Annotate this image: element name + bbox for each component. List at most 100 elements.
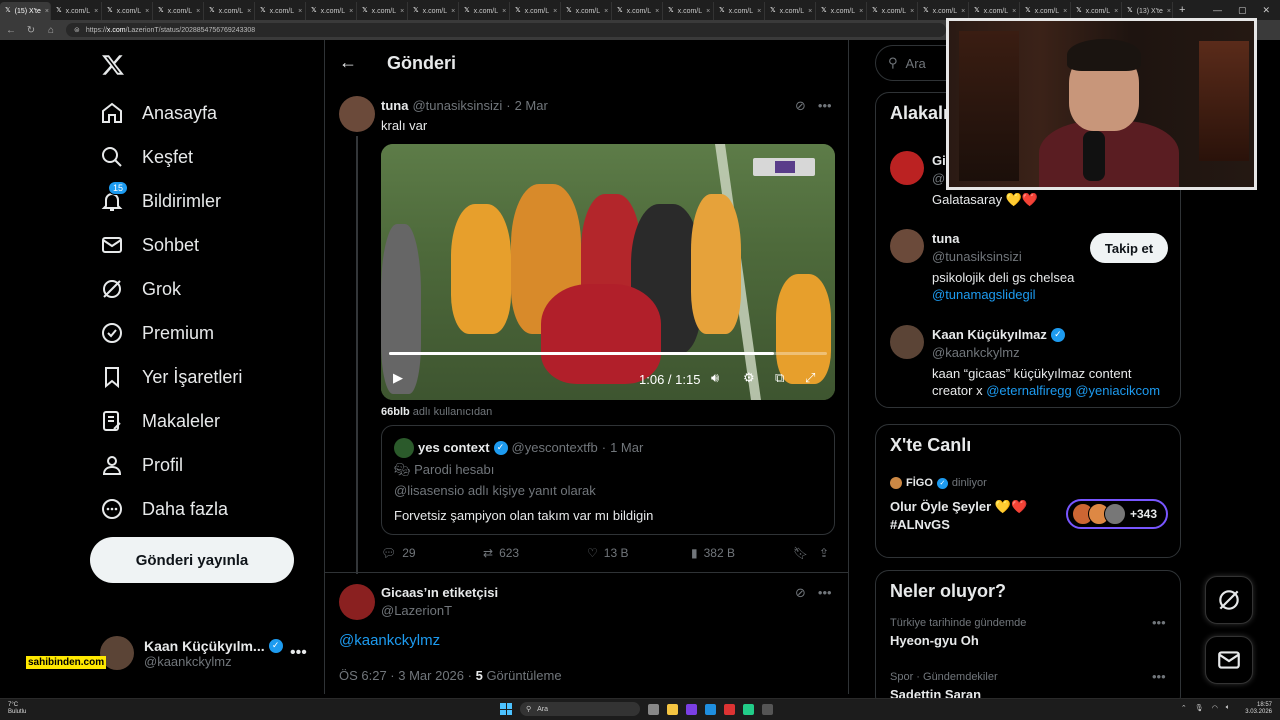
close-icon[interactable]: × <box>706 8 710 15</box>
reply-action[interactable]: 💬︎ 29 <box>381 546 416 560</box>
browser-tab[interactable]: 𝕏x.com/L × <box>51 2 102 20</box>
browser-tab[interactable]: 𝕏x.com/L × <box>357 2 408 20</box>
edge-icon[interactable] <box>705 703 716 715</box>
sidebar-item-messages[interactable]: Sohbet <box>100 232 199 258</box>
reply-author-name[interactable]: Gicaas’ın etiketçisi <box>381 585 498 600</box>
close-icon[interactable]: × <box>859 8 863 15</box>
close-icon[interactable]: × <box>1167 8 1171 15</box>
grok-fab-button[interactable] <box>1205 576 1253 624</box>
close-icon[interactable]: × <box>1063 8 1067 15</box>
app-icon[interactable] <box>724 703 735 715</box>
chrome-icon[interactable] <box>743 703 754 715</box>
close-icon[interactable]: × <box>45 8 49 15</box>
browser-tab[interactable]: 𝕏x.com/L × <box>765 2 816 20</box>
tweet-date[interactable]: 2 Mar <box>515 98 548 113</box>
sidebar-item-explore[interactable]: Keşfet <box>100 144 193 170</box>
close-icon[interactable]: × <box>1114 8 1118 15</box>
close-icon[interactable]: × <box>808 8 812 15</box>
close-icon[interactable]: × <box>298 8 302 15</box>
views-action[interactable]: ▮ 382 B <box>691 546 735 560</box>
browser-tab[interactable]: 𝕏x.com/L × <box>510 2 561 20</box>
close-icon[interactable]: × <box>196 8 200 15</box>
live-host[interactable]: FİGO ✓ dinliyor <box>890 477 987 489</box>
close-icon[interactable]: × <box>655 8 659 15</box>
avatar[interactable] <box>890 151 924 185</box>
fullscreen-icon[interactable]: ⤢ <box>805 370 815 386</box>
file-explorer-icon[interactable] <box>667 703 678 715</box>
chevron-up-icon[interactable]: ⌃ <box>1181 704 1187 712</box>
task-view-icon[interactable] <box>648 703 659 715</box>
follow-button[interactable]: Takip et <box>1090 233 1168 263</box>
retweet-action[interactable]: ⇄ 623 <box>483 546 519 560</box>
video-player[interactable]: ▶ 1:06 / 1:15 🔊︎ ⚙ ⧉ ⤢ <box>381 144 835 400</box>
share-action[interactable]: ⇪ <box>819 546 829 560</box>
more-icon[interactable]: ••• <box>818 98 832 114</box>
sidebar-item-more[interactable]: Daha fazla <box>100 496 228 522</box>
live-listeners[interactable]: +343 <box>1066 499 1168 529</box>
play-icon[interactable]: ▶ <box>393 370 403 386</box>
community-user[interactable]: 66blb <box>381 406 410 418</box>
post-button[interactable]: Gönderi yayınla <box>90 537 294 583</box>
sidebar-item-bookmarks[interactable]: Yer İşaretleri <box>100 364 242 390</box>
settings-gear-icon[interactable]: ⚙ <box>743 370 755 386</box>
browser-tab[interactable]: 𝕏x.com/L × <box>867 2 918 20</box>
close-icon[interactable]: × <box>349 8 353 15</box>
grok-icon[interactable]: ⊘ <box>795 98 806 114</box>
sidebar-item-grok[interactable]: Grok <box>100 276 181 302</box>
volume-icon[interactable]: 🔈︎ <box>1226 704 1230 712</box>
site-info-icon[interactable]: ⊜ <box>74 26 80 34</box>
sidebar-item-premium[interactable]: Premium <box>100 320 214 346</box>
browser-tab[interactable]: 𝕏x.com/L × <box>561 2 612 20</box>
browser-tab[interactable]: 𝕏x.com/L × <box>612 2 663 20</box>
reply-author-handle[interactable]: @LazerionT <box>381 603 452 618</box>
close-icon[interactable]: × <box>910 8 914 15</box>
close-icon[interactable]: × <box>451 8 455 15</box>
close-icon[interactable]: × <box>400 8 404 15</box>
close-window-icon[interactable]: ✕ <box>1262 5 1270 16</box>
clock[interactable]: 18:57 3.03.2026 <box>1245 702 1272 716</box>
related-user-name[interactable]: tuna <box>932 231 959 246</box>
bio-link[interactable]: @yeniacikcom <box>1075 383 1160 398</box>
wifi-icon[interactable]: ◠ <box>1212 704 1218 712</box>
browser-tab[interactable]: 𝕏x.com/L × <box>255 2 306 20</box>
avatar[interactable] <box>890 229 924 263</box>
grok-icon[interactable]: ⊘ <box>795 585 806 601</box>
more-icon[interactable]: ••• <box>818 585 832 601</box>
browser-tab[interactable]: 𝕏x.com/L × <box>663 2 714 20</box>
close-icon[interactable]: × <box>145 8 149 15</box>
close-icon[interactable]: × <box>502 8 506 15</box>
browser-tab[interactable]: 𝕏x.com/L × <box>306 2 357 20</box>
sidebar-item-articles[interactable]: Makaleler <box>100 408 220 434</box>
account-more-icon[interactable]: ••• <box>290 644 307 662</box>
bio-link[interactable]: @tunamagslidegil <box>932 287 1036 302</box>
mic-icon[interactable]: 🎙︎ <box>1195 704 1204 712</box>
browser-tab[interactable]: 𝕏x.com/L × <box>816 2 867 20</box>
browser-tab[interactable]: 𝕏x.com/L × <box>408 2 459 20</box>
avatar[interactable] <box>339 584 375 620</box>
new-tab-icon[interactable]: + <box>1179 4 1185 16</box>
sidebar-item-home[interactable]: Anasayfa <box>100 100 217 126</box>
video-progress-bar[interactable] <box>389 352 827 355</box>
close-icon[interactable]: × <box>553 8 557 15</box>
browser-tab[interactable]: 𝕏x.com/L × <box>102 2 153 20</box>
browser-tab[interactable]: 𝕏x.com/L × <box>714 2 765 20</box>
reply-mention-link[interactable]: @kaankckylmz <box>339 632 440 649</box>
close-icon[interactable]: × <box>757 8 761 15</box>
url-field[interactable]: ⊜ https://x.com/LazerionT/status/2028854… <box>66 23 946 37</box>
account-switcher[interactable]: Kaan Küçükyılm... ✓ @kaankckylmz ••• <box>100 636 307 670</box>
tweet-author-handle[interactable]: @tunasiksinsizi <box>412 98 502 113</box>
x-logo-icon[interactable] <box>101 53 125 77</box>
close-icon[interactable]: × <box>94 8 98 15</box>
more-icon[interactable]: ••• <box>1152 615 1166 630</box>
like-action[interactable]: ♡ 13 B <box>587 546 628 560</box>
browser-tab[interactable]: 𝕏x.com/L × <box>459 2 510 20</box>
close-icon[interactable]: × <box>604 8 608 15</box>
bio-link[interactable]: @eternalfiregg <box>986 383 1071 398</box>
browser-tab[interactable]: 𝕏 (15) X'te × <box>0 2 51 20</box>
taskbar-search[interactable]: ⚲ Ara <box>520 702 640 716</box>
close-icon[interactable]: × <box>961 8 965 15</box>
browser-tab[interactable]: 𝕏x.com/L × <box>204 2 255 20</box>
app-icon[interactable] <box>686 703 697 715</box>
pip-icon[interactable]: ⧉ <box>775 370 784 386</box>
more-icon[interactable]: ••• <box>1152 669 1166 684</box>
